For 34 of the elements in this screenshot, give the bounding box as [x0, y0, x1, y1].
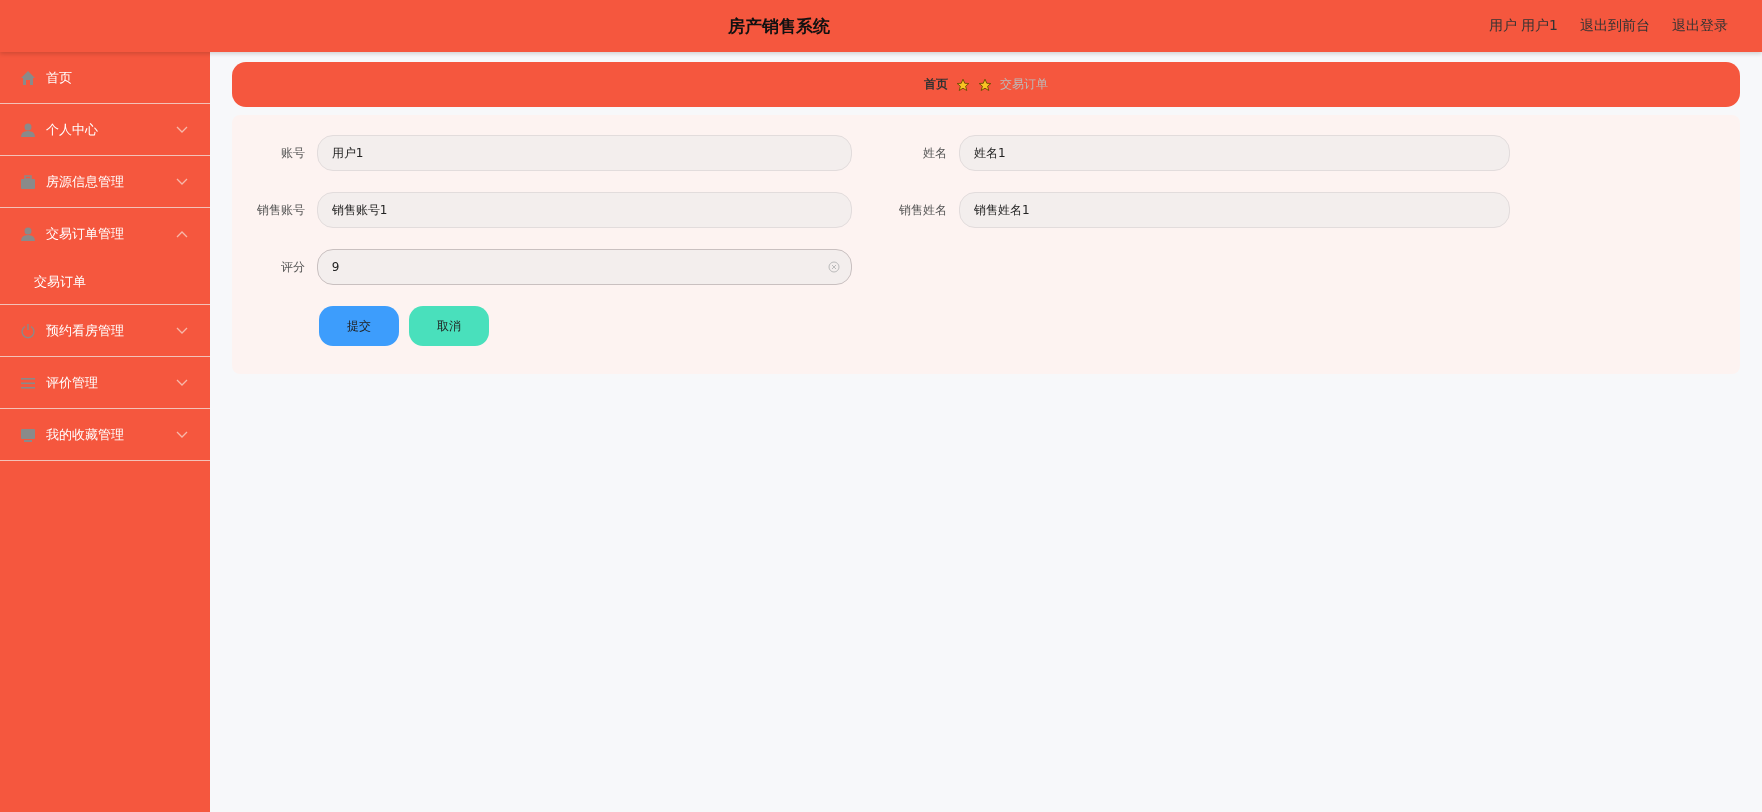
input-field[interactable]: 销售账号1: [316, 192, 852, 228]
breadcrumb-item[interactable]: 首页: [924, 76, 948, 93]
star-icon: [978, 77, 992, 92]
person-icon: [20, 226, 36, 242]
input-field[interactable]: 姓名1: [959, 135, 1510, 171]
app-title: 房产销售系统: [727, 14, 832, 38]
submenu-item[interactable]: 交易订单: [0, 260, 210, 304]
briefcase-icon: [20, 173, 36, 190]
person-icon: [20, 121, 36, 138]
input-field[interactable]: 用户1: [316, 135, 852, 171]
menu-label[interactable]: 房源信息管理: [46, 172, 166, 191]
monitor-icon: [20, 426, 36, 443]
home-icon: [20, 69, 36, 86]
menu-label[interactable]: 评价管理: [46, 373, 166, 392]
field-label: 账号: [279, 144, 305, 162]
header-link[interactable]: 退出登录: [1672, 17, 1728, 35]
menu-label[interactable]: 我的收藏管理: [46, 425, 166, 444]
star-icon: [956, 77, 970, 92]
power-icon: [20, 322, 36, 339]
clear-icon[interactable]: [828, 261, 840, 273]
menu-label[interactable]: 首页: [46, 68, 188, 87]
menu-label[interactable]: 预约看房管理: [46, 321, 166, 340]
field-label: 销售账号: [255, 201, 305, 219]
field-label: 评分: [279, 258, 305, 276]
menu-label[interactable]: 交易订单管理: [46, 225, 166, 243]
menu-label[interactable]: 个人中心: [46, 120, 166, 139]
field-label: 姓名: [922, 144, 947, 162]
input-field[interactable]: 销售姓名1: [959, 192, 1510, 228]
user-label: 用户 用户1: [1488, 17, 1558, 35]
input-field[interactable]: 9: [316, 249, 852, 285]
cancel-button[interactable]: 取消: [409, 306, 489, 346]
field-label: 销售姓名: [898, 201, 947, 219]
header-link[interactable]: 退出到前台: [1580, 17, 1650, 35]
submit-button[interactable]: 提交: [319, 306, 399, 346]
